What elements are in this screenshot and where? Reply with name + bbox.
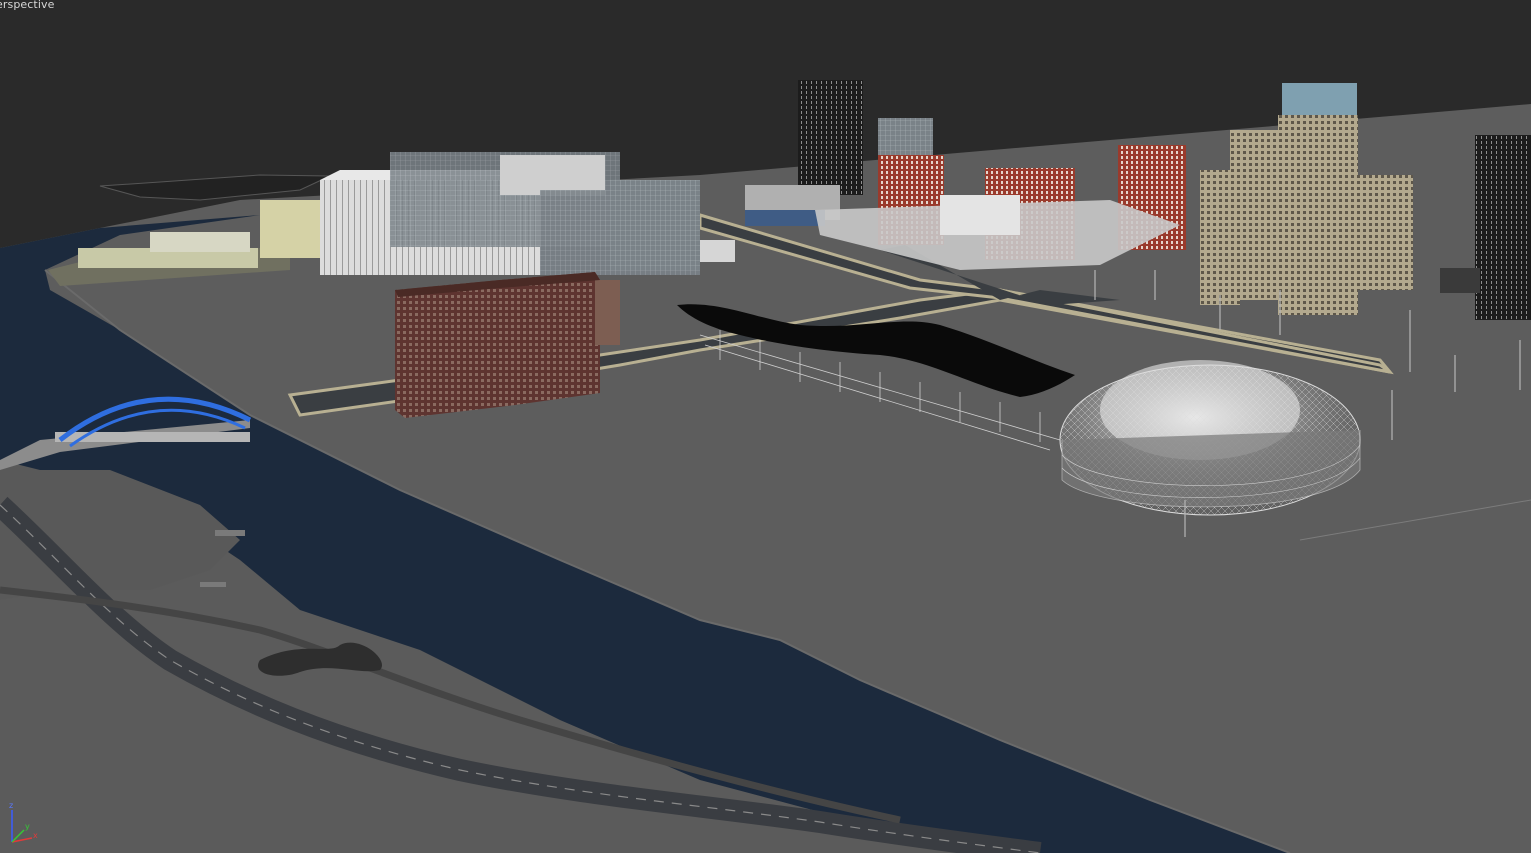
y-axis-label: y xyxy=(25,822,30,831)
pier xyxy=(215,530,245,536)
pier xyxy=(200,582,226,587)
axis-gizmo[interactable]: z x y xyxy=(4,800,44,850)
z-axis-label: z xyxy=(9,801,13,810)
far-right-annex xyxy=(1440,268,1480,293)
small-building xyxy=(700,240,735,262)
podium-front xyxy=(940,195,1020,235)
far-right-tower xyxy=(1475,135,1531,320)
perspective-viewport[interactable]: erspective z x y xyxy=(0,0,1531,853)
viewport-label[interactable]: erspective xyxy=(0,0,54,11)
scene-render xyxy=(0,0,1531,853)
x-axis-label: x xyxy=(33,831,38,840)
